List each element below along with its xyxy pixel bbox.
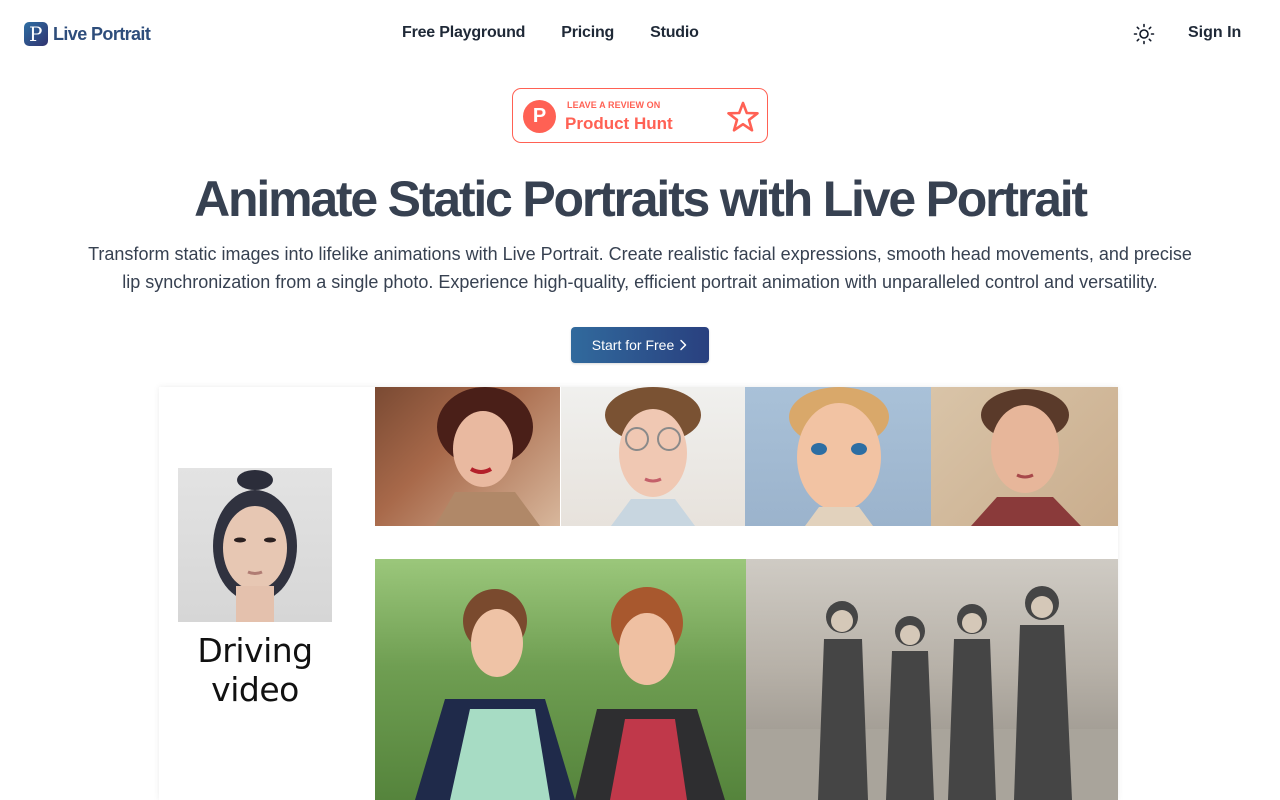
hero-subtitle-line-2: lip synchronization from a single photo.… (122, 272, 1158, 292)
producthunt-logo-icon: P (523, 100, 556, 133)
nav-free-playground[interactable]: Free Playground (402, 24, 525, 42)
main-nav: Free Playground Pricing Studio (402, 24, 699, 42)
example-group-photo-1 (375, 559, 746, 800)
site-header: P Live Portrait Free Playground Pricing … (0, 0, 1280, 68)
chevron-right-icon (680, 339, 687, 351)
hero-subtitle: Transform static images into lifelike an… (80, 240, 1200, 296)
producthunt-big-text: Product Hunt (565, 114, 673, 133)
cta-label: Start for Free (591, 337, 675, 353)
example-portrait-3 (745, 387, 931, 526)
start-for-free-button[interactable]: Start for Free (571, 327, 709, 363)
driving-video-frame (178, 468, 332, 622)
logo-link[interactable]: P Live Portrait (24, 22, 151, 46)
nav-studio[interactable]: Studio (650, 24, 699, 42)
nav-pricing[interactable]: Pricing (561, 24, 614, 42)
star-outline-icon (727, 101, 759, 132)
page-title: Animate Static Portraits with Live Portr… (194, 171, 1088, 227)
hero-subtitle-line-1: Transform static images into lifelike an… (88, 244, 1192, 264)
example-group-photo-2 (746, 559, 1118, 800)
sign-in-link[interactable]: Sign In (1188, 24, 1241, 42)
example-portrait-4 (931, 387, 1118, 526)
example-portrait-2 (561, 387, 745, 526)
showcase-image: Driving video (159, 387, 1118, 800)
driving-video-label: Driving video (197, 631, 313, 709)
example-portrait-1 (375, 387, 560, 526)
sun-icon[interactable] (1133, 23, 1155, 45)
logo-icon: P (24, 22, 48, 46)
logo-text: Live Portrait (53, 23, 151, 44)
portrait-illustration (213, 470, 297, 622)
producthunt-badge[interactable]: P LEAVE A REVIEW ON Product Hunt (512, 88, 768, 143)
producthunt-small-text: LEAVE A REVIEW ON (567, 100, 661, 110)
